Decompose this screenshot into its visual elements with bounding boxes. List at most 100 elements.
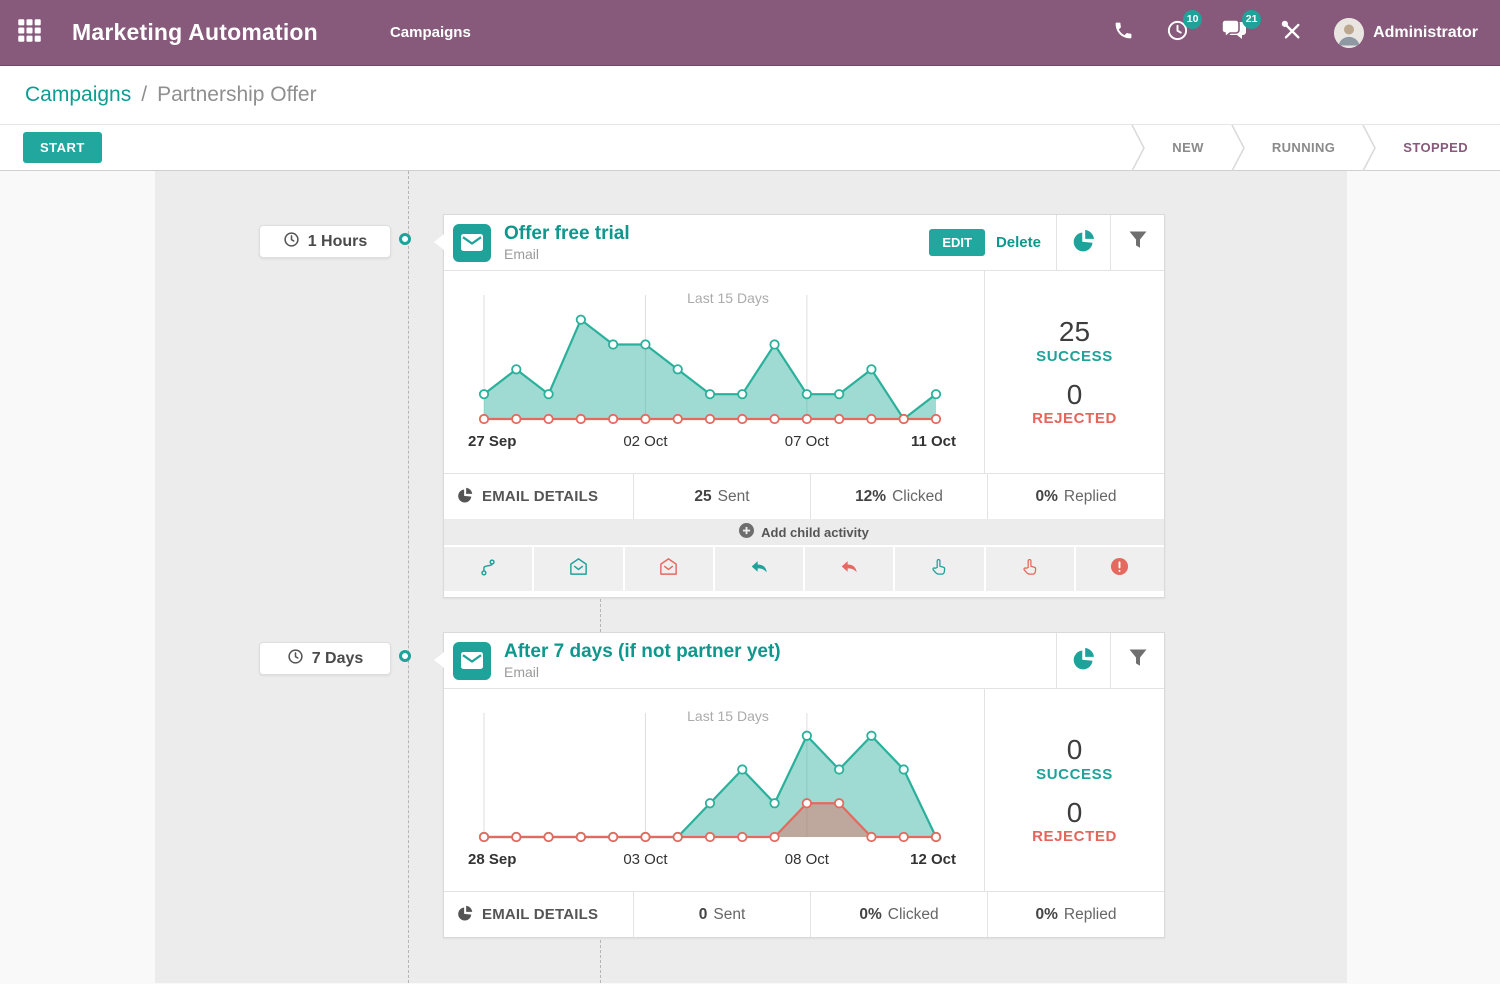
timeline-node[interactable] <box>399 650 411 662</box>
rejected-count: 0 <box>1032 380 1117 411</box>
success-label: SUCCESS <box>1036 766 1113 783</box>
card-pointer <box>434 652 444 668</box>
stage-stopped[interactable]: STOPPED <box>1377 125 1494 170</box>
pie-chart-icon <box>457 905 473 925</box>
pie-chart-icon <box>1072 647 1095 675</box>
sent-stat[interactable]: 25 Sent <box>633 474 810 519</box>
rejected-label: REJECTED <box>1032 828 1117 845</box>
tools-icon <box>1280 19 1302 46</box>
svg-text:12 Oct: 12 Oct <box>910 851 956 868</box>
not-opened-trigger-button[interactable] <box>625 547 713 591</box>
filter-funnel-icon <box>1128 648 1148 673</box>
not-replied-icon <box>839 557 859 582</box>
menu-campaigns[interactable]: Campaigns <box>390 24 471 41</box>
user-name: Administrator <box>1373 24 1478 42</box>
email-details-label: EMAIL DETAILS <box>482 488 598 505</box>
plus-circle-icon <box>739 523 754 541</box>
replied-value: 0% <box>1036 488 1058 506</box>
email-type-icon <box>453 224 491 262</box>
sent-value: 25 <box>694 488 711 506</box>
clicked-stat[interactable]: 12% Clicked <box>810 474 987 519</box>
delay-badge[interactable]: 1 Hours <box>259 225 391 258</box>
not-clicked-trigger-button[interactable] <box>986 547 1074 591</box>
svg-text:02 Oct: 02 Oct <box>623 433 668 450</box>
activities-button[interactable]: 10 <box>1166 19 1189 47</box>
clicked-stat[interactable]: 0% Clicked <box>810 892 987 937</box>
phone-button[interactable] <box>1113 20 1134 46</box>
pie-chart-icon <box>1072 229 1095 257</box>
not-clicked-icon <box>1020 557 1040 582</box>
success-count: 0 <box>1036 735 1113 766</box>
activity-card-header: Offer free trial Email EDIT Delete <box>444 215 1164 271</box>
sent-unit: Sent <box>718 488 750 506</box>
activity-title[interactable]: Offer free trial <box>504 223 929 245</box>
app-title: Marketing Automation <box>72 19 318 46</box>
activity-card: Offer free trial Email EDIT Delete <box>443 214 1165 598</box>
stage-new[interactable]: NEW <box>1146 125 1230 170</box>
graph-tab[interactable] <box>1056 215 1110 270</box>
svg-text:03 Oct: 03 Oct <box>623 851 668 868</box>
success-label: SUCCESS <box>1036 348 1113 365</box>
pie-chart-icon <box>457 487 473 507</box>
replied-trigger-button[interactable] <box>715 547 803 591</box>
top-navbar: Marketing Automation Campaigns 10 <box>0 0 1500 66</box>
stage-separator <box>1361 125 1377 170</box>
filter-tab[interactable] <box>1110 633 1164 688</box>
clicked-trigger-button[interactable] <box>895 547 983 591</box>
child-timeline-stub <box>600 940 601 983</box>
email-details-button[interactable]: EMAIL DETAILS <box>444 474 633 519</box>
activity-title[interactable]: After 7 days (if not partner yet) <box>504 641 1056 663</box>
svg-text:Last 15 Days: Last 15 Days <box>687 708 769 724</box>
marketing-automation-screen: { "colors": { "topbar_purple": "#875A7B"… <box>0 0 1500 984</box>
messages-button[interactable]: 21 <box>1221 19 1248 47</box>
add-child-activity-button[interactable]: Add child activity <box>444 519 1164 545</box>
email-type-icon <box>453 642 491 680</box>
not-replied-trigger-button[interactable] <box>805 547 893 591</box>
stage-running[interactable]: RUNNING <box>1246 125 1361 170</box>
delay-label: 1 Hours <box>308 233 368 251</box>
timeline-node[interactable] <box>399 233 411 245</box>
workflow-canvas: 1 Hours 7 Days Offer free trial Email <box>155 171 1347 983</box>
child-timeline-stub <box>600 599 601 632</box>
branch-trigger-button[interactable] <box>444 547 532 591</box>
replied-stat[interactable]: 0% Replied <box>987 892 1164 937</box>
filter-tab[interactable] <box>1110 215 1164 270</box>
activity-card-header: After 7 days (if not partner yet) Email <box>444 633 1164 689</box>
email-details-button[interactable]: EMAIL DETAILS <box>444 892 633 937</box>
replied-icon <box>749 557 769 582</box>
activity-chart: Last 15 Days28 Sep03 Oct08 Oct12 Oct <box>444 689 984 891</box>
clicked-unit: Clicked <box>892 488 943 506</box>
sent-stat[interactable]: 0 Sent <box>633 892 810 937</box>
clicked-value: 12% <box>855 488 886 506</box>
clicked-icon <box>929 557 949 582</box>
replied-value: 0% <box>1036 906 1058 924</box>
apps-menu-button[interactable] <box>0 17 58 49</box>
replied-stat[interactable]: 0% Replied <box>987 474 1164 519</box>
message-badge: 21 <box>1242 10 1261 29</box>
content-area: 1 Hours 7 Days Offer free trial Email <box>0 171 1500 983</box>
rejected-count: 0 <box>1032 798 1117 829</box>
child-trigger-row <box>444 545 1164 597</box>
avatar <box>1334 18 1364 48</box>
developer-tools-button[interactable] <box>1280 19 1302 46</box>
activity-card: After 7 days (if not partner yet) Email <box>443 632 1165 938</box>
svg-text:08 Oct: 08 Oct <box>785 851 830 868</box>
small-clock-icon <box>283 231 300 253</box>
email-not-opened-icon <box>658 556 679 582</box>
delay-label: 7 Days <box>312 650 364 668</box>
delay-badge[interactable]: 7 Days <box>259 642 391 675</box>
delete-button[interactable]: Delete <box>996 234 1041 251</box>
branch-icon <box>478 557 498 582</box>
activity-type: Email <box>504 664 1056 680</box>
opened-trigger-button[interactable] <box>534 547 622 591</box>
user-menu[interactable]: Administrator <box>1334 18 1478 48</box>
edit-button[interactable]: EDIT <box>929 229 985 256</box>
sent-value: 0 <box>699 906 708 924</box>
graph-tab[interactable] <box>1056 633 1110 688</box>
activity-badge: 10 <box>1183 10 1202 29</box>
add-child-label: Add child activity <box>761 525 869 540</box>
bounced-trigger-button[interactable] <box>1076 547 1164 591</box>
start-button[interactable]: START <box>23 132 102 163</box>
breadcrumb-parent-link[interactable]: Campaigns <box>25 83 131 107</box>
rejected-label: REJECTED <box>1032 410 1117 427</box>
